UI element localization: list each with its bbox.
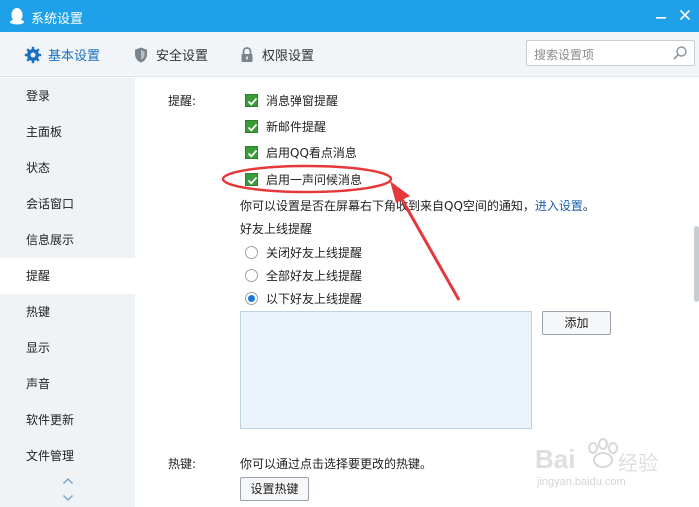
sidebar-item-label: 状态 bbox=[26, 161, 51, 175]
checkbox-label: 新邮件提醒 bbox=[266, 119, 327, 134]
checkbox-checked-icon[interactable] bbox=[245, 172, 258, 186]
checkbox-qq-kandian[interactable]: 启用QQ看点消息 bbox=[245, 144, 357, 160]
tab-label: 权限设置 bbox=[262, 49, 315, 64]
scrollbar-thumb[interactable] bbox=[694, 226, 699, 302]
radio-label: 全部好友上线提醒 bbox=[266, 268, 363, 283]
hotkey-section-label: 热键: bbox=[168, 457, 197, 471]
sidebar-item-sound[interactable]: 声音 bbox=[0, 366, 135, 402]
title-bar: 系统设置 bbox=[0, 0, 699, 32]
tab-bar: 基本设置 安全设置 权限设置 搜索设置项 bbox=[0, 32, 699, 77]
sidebar-item-label: 登录 bbox=[26, 89, 51, 103]
tab-basic-settings[interactable]: 基本设置 bbox=[24, 32, 100, 77]
checkbox-label: 启用QQ看点消息 bbox=[266, 145, 357, 160]
checkbox-checked-icon[interactable] bbox=[245, 119, 258, 133]
sidebar: 登录 主面板 状态 会话窗口 信息展示 提醒 热键 显示 声音 软件更新 文件管… bbox=[0, 78, 135, 507]
sidebar-item-label: 文件管理 bbox=[26, 449, 75, 463]
checkbox-greeting-message[interactable]: 启用一声问候消息 bbox=[245, 171, 362, 187]
watermark-url: jingyan.baidu.com bbox=[537, 476, 626, 488]
hotkey-hint: 你可以通过点击选择要更改的热键。 bbox=[240, 457, 433, 471]
qq-penguin-icon bbox=[10, 8, 24, 25]
sidebar-item-chat-window[interactable]: 会话窗口 bbox=[0, 186, 135, 222]
sidebar-item-label: 显示 bbox=[26, 341, 51, 355]
sidebar-item-software-update[interactable]: 软件更新 bbox=[0, 402, 135, 438]
hint-text: 你可以设置是否在屏幕右下角收到来自QQ空间的通知， bbox=[240, 199, 535, 213]
tab-security-settings[interactable]: 安全设置 bbox=[132, 32, 208, 77]
radio-button-selected[interactable] bbox=[245, 291, 258, 305]
sidebar-item-login[interactable]: 登录 bbox=[0, 78, 135, 114]
lock-icon bbox=[241, 46, 253, 62]
sidebar-item-label: 信息展示 bbox=[26, 233, 75, 247]
friend-online-title: 好友上线提醒 bbox=[240, 222, 313, 236]
sidebar-item-status[interactable]: 状态 bbox=[0, 150, 135, 186]
checkbox-label: 启用一声问候消息 bbox=[266, 172, 363, 187]
search-input[interactable]: 搜索设置项 bbox=[526, 40, 695, 66]
radio-label: 以下好友上线提醒 bbox=[266, 291, 363, 306]
close-icon[interactable] bbox=[676, 6, 694, 24]
sidebar-item-info-display[interactable]: 信息展示 bbox=[0, 222, 135, 258]
radio-all-friends-online[interactable]: 全部好友上线提醒 bbox=[245, 267, 362, 283]
radio-button[interactable] bbox=[245, 245, 258, 259]
chevron-up-icon[interactable] bbox=[62, 477, 74, 485]
set-hotkey-button[interactable]: 设置热键 bbox=[240, 477, 309, 501]
sidebar-item-display[interactable]: 显示 bbox=[0, 330, 135, 366]
hint-end: 。 bbox=[582, 199, 595, 213]
search-placeholder: 搜索设置项 bbox=[534, 48, 595, 62]
window-title: 系统设置 bbox=[31, 12, 84, 27]
sidebar-item-label: 软件更新 bbox=[26, 413, 75, 427]
checkbox-message-popup[interactable]: 消息弹窗提醒 bbox=[245, 92, 338, 108]
watermark-brand-suffix: 经验 bbox=[618, 451, 658, 475]
tab-permission-settings[interactable]: 权限设置 bbox=[238, 32, 314, 77]
minimize-icon[interactable] bbox=[652, 6, 670, 24]
chevron-down-icon[interactable] bbox=[62, 494, 74, 502]
radio-button[interactable] bbox=[245, 268, 258, 282]
sidebar-item-label: 提醒 bbox=[26, 269, 51, 283]
sidebar-item-label: 会话窗口 bbox=[26, 197, 75, 211]
radio-label: 关闭好友上线提醒 bbox=[266, 245, 363, 260]
search-icon[interactable] bbox=[672, 45, 688, 61]
friend-list-box[interactable] bbox=[240, 311, 532, 429]
sidebar-item-main-panel[interactable]: 主面板 bbox=[0, 114, 135, 150]
sidebar-item-reminder[interactable]: 提醒 bbox=[0, 258, 135, 294]
watermark-brand: Bai bbox=[535, 444, 576, 474]
radio-close-friend-online[interactable]: 关闭好友上线提醒 bbox=[245, 244, 362, 260]
sidebar-item-file-management[interactable]: 文件管理 bbox=[0, 438, 135, 474]
add-friend-button[interactable]: 添加 bbox=[542, 311, 611, 335]
baidu-watermark: Bai 经验 jingyan.baidu.com bbox=[533, 432, 663, 492]
gear-icon bbox=[24, 46, 42, 63]
enter-settings-link[interactable]: 进入设置 bbox=[535, 199, 583, 213]
sidebar-item-hotkey[interactable]: 热键 bbox=[0, 294, 135, 330]
shield-icon bbox=[135, 47, 147, 62]
sidebar-item-label: 热键 bbox=[26, 305, 51, 319]
tab-label: 基本设置 bbox=[48, 49, 101, 64]
sidebar-item-label: 主面板 bbox=[26, 125, 63, 139]
checkbox-new-mail[interactable]: 新邮件提醒 bbox=[245, 118, 326, 134]
checkbox-label: 消息弹窗提醒 bbox=[266, 93, 339, 108]
tab-label: 安全设置 bbox=[156, 49, 209, 64]
checkbox-checked-icon[interactable] bbox=[245, 93, 258, 107]
qzone-notice-hint: 你可以设置是否在屏幕右下角收到来自QQ空间的通知，进入设置。 bbox=[240, 197, 595, 214]
radio-selected-friends-online[interactable]: 以下好友上线提醒 bbox=[245, 290, 362, 306]
checkbox-checked-icon[interactable] bbox=[245, 145, 258, 159]
sidebar-item-label: 声音 bbox=[26, 377, 51, 391]
reminder-section-label: 提醒: bbox=[168, 94, 197, 108]
